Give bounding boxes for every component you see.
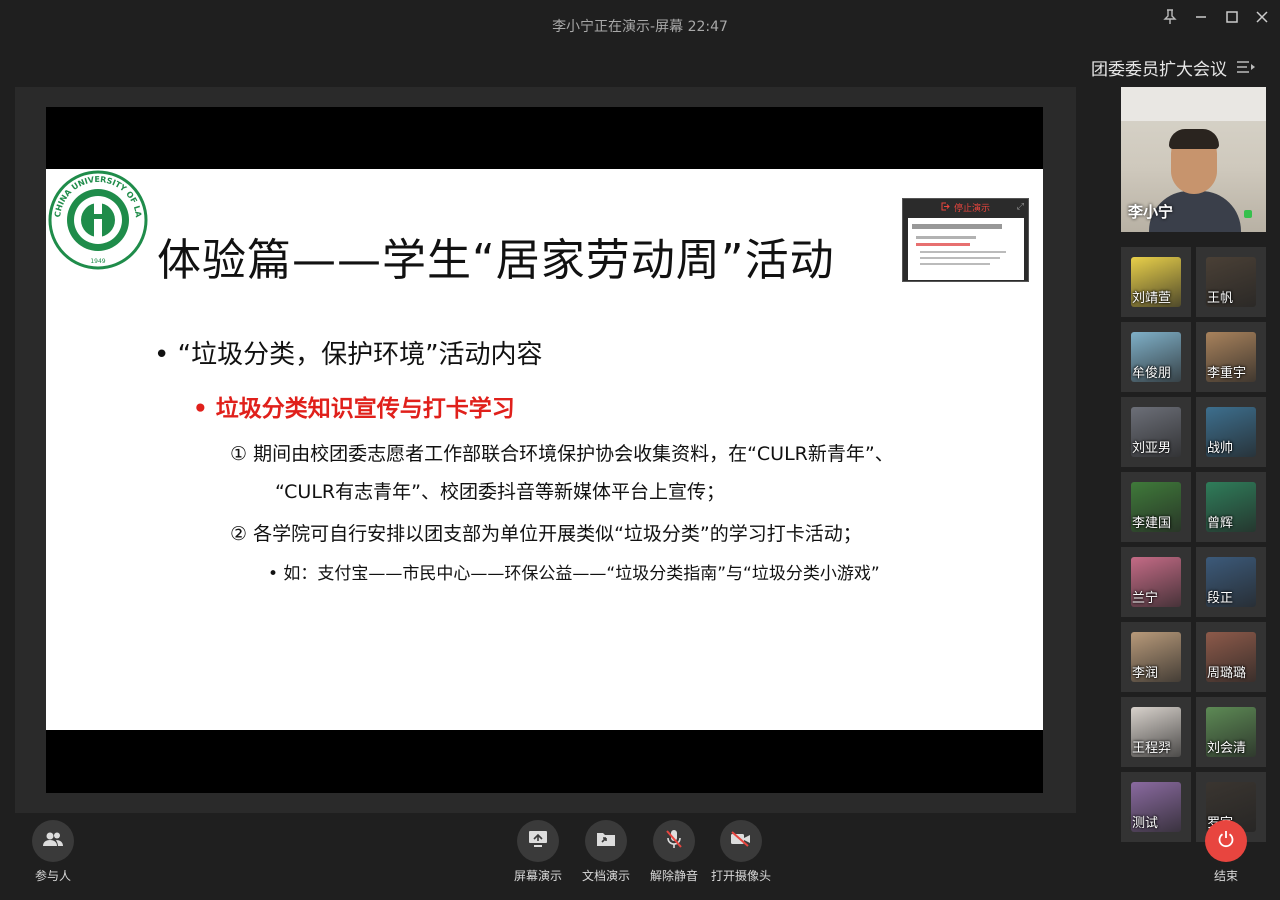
stop-presenting-button[interactable]: 停止演示	[903, 199, 1028, 216]
participant-name: 战帅	[1207, 441, 1234, 456]
participant-name: 李建国	[1132, 516, 1172, 531]
participant-tile[interactable]: 段正	[1196, 547, 1266, 617]
participant-tile[interactable]: 李重宇	[1196, 322, 1266, 392]
svg-text:1949: 1949	[90, 258, 105, 265]
presentation-slide: CHINA UNIVERSITY OF LABOR RELATIONS 1949…	[45, 107, 1043, 793]
exit-icon	[941, 202, 950, 214]
bullet-level1: • “垃圾分类，保护环境”活动内容	[154, 340, 543, 370]
participant-tile[interactable]: 战帅	[1196, 397, 1266, 467]
participant-name: 王程羿	[1132, 741, 1172, 756]
participant-tile[interactable]: 刘靖萱	[1121, 247, 1191, 317]
participants-label: 参与人	[34, 869, 71, 883]
list-collapse-icon[interactable]	[1236, 59, 1256, 78]
participant-name: 牟俊朋	[1132, 366, 1172, 381]
participant-tile[interactable]: 曾辉	[1196, 472, 1266, 542]
participant-tile[interactable]: 牟俊朋	[1121, 322, 1191, 392]
participant-name: 周璐璐	[1207, 666, 1247, 681]
university-logo: CHINA UNIVERSITY OF LABOR RELATIONS 1949	[45, 163, 148, 270]
participant-name: 段正	[1207, 591, 1234, 606]
participant-tile[interactable]: 刘会清	[1196, 697, 1266, 767]
participant-name: 王帆	[1207, 291, 1234, 306]
point-1-line-1: ① 期间由校团委志愿者工作部联合环境保护协会收集资料，在“CULR新青年”、	[230, 443, 894, 465]
participant-name: 曾辉	[1207, 516, 1234, 531]
meeting-title: 团委委员扩大会议	[1091, 60, 1227, 80]
camera-label: 打开摄像头	[710, 869, 771, 883]
pin-icon[interactable]	[1158, 6, 1182, 28]
participant-tile[interactable]: 李润	[1121, 622, 1191, 692]
participant-tile[interactable]: 刘亚男	[1121, 397, 1191, 467]
participant-name: 测试	[1132, 816, 1159, 831]
title-bar: 李小宁正在演示-屏幕 22:47	[0, 0, 1280, 50]
participant-tile[interactable]: 王程羿	[1121, 697, 1191, 767]
minimize-icon[interactable]	[1189, 6, 1213, 28]
participant-name: 兰宁	[1132, 591, 1159, 606]
end-label: 结束	[1213, 869, 1238, 883]
bullet-level2: • 垃圾分类知识宣传与打卡学习	[193, 396, 515, 422]
participant-tile[interactable]: 兰宁	[1121, 547, 1191, 617]
close-icon[interactable]	[1250, 6, 1274, 28]
participant-name: 刘亚男	[1132, 441, 1172, 456]
camera-off-icon	[730, 831, 752, 851]
people-icon	[42, 831, 64, 851]
camera-button[interactable]: 打开摄像头	[696, 820, 786, 884]
power-icon	[1217, 830, 1235, 852]
participant-name: 李润	[1132, 666, 1159, 681]
host-name: 李小宁	[1128, 203, 1174, 221]
participant-name: 刘靖萱	[1132, 291, 1172, 306]
participants-button[interactable]: 参与人	[8, 820, 98, 884]
window-title: 李小宁正在演示-屏幕 22:47	[552, 19, 728, 35]
participant-name: 李重宇	[1207, 366, 1247, 381]
point-2: ② 各学院可自行安排以团支部为单位开展类似“垃圾分类”的学习打卡活动；	[230, 523, 862, 545]
host-video-tile[interactable]: 李小宁	[1121, 87, 1266, 232]
participant-tile[interactable]: 周璐璐	[1196, 622, 1266, 692]
slide-title: 体验篇——学生“居家劳动周”活动	[157, 235, 835, 286]
maximize-icon[interactable]	[1220, 6, 1244, 28]
end-meeting-button[interactable]: 结束	[1181, 820, 1271, 884]
mic-muted-icon	[665, 829, 683, 853]
participant-tile[interactable]: 王帆	[1196, 247, 1266, 317]
screen-share-icon	[528, 830, 548, 852]
stop-presenting-label: 停止演示	[953, 204, 990, 214]
sub-point: • 如：支付宝——市民中心——环保公益——“垃圾分类指南”与“垃圾分类小游戏”	[268, 564, 880, 584]
point-1-line-2: “CULR有志青年”、校团委抖音等新媒体平台上宣传；	[275, 481, 725, 503]
mic-active-icon	[1244, 210, 1252, 218]
participant-name: 刘会清	[1207, 741, 1247, 756]
slide-content: CHINA UNIVERSITY OF LABOR RELATIONS 1949…	[45, 163, 1043, 730]
participant-tile[interactable]: 李建国	[1121, 472, 1191, 542]
folder-share-icon	[596, 831, 616, 851]
presenter-preview[interactable]: 停止演示 ⤢	[902, 198, 1029, 282]
expand-icon[interactable]: ⤢	[1017, 202, 1024, 212]
preview-thumbnail	[908, 218, 1024, 280]
